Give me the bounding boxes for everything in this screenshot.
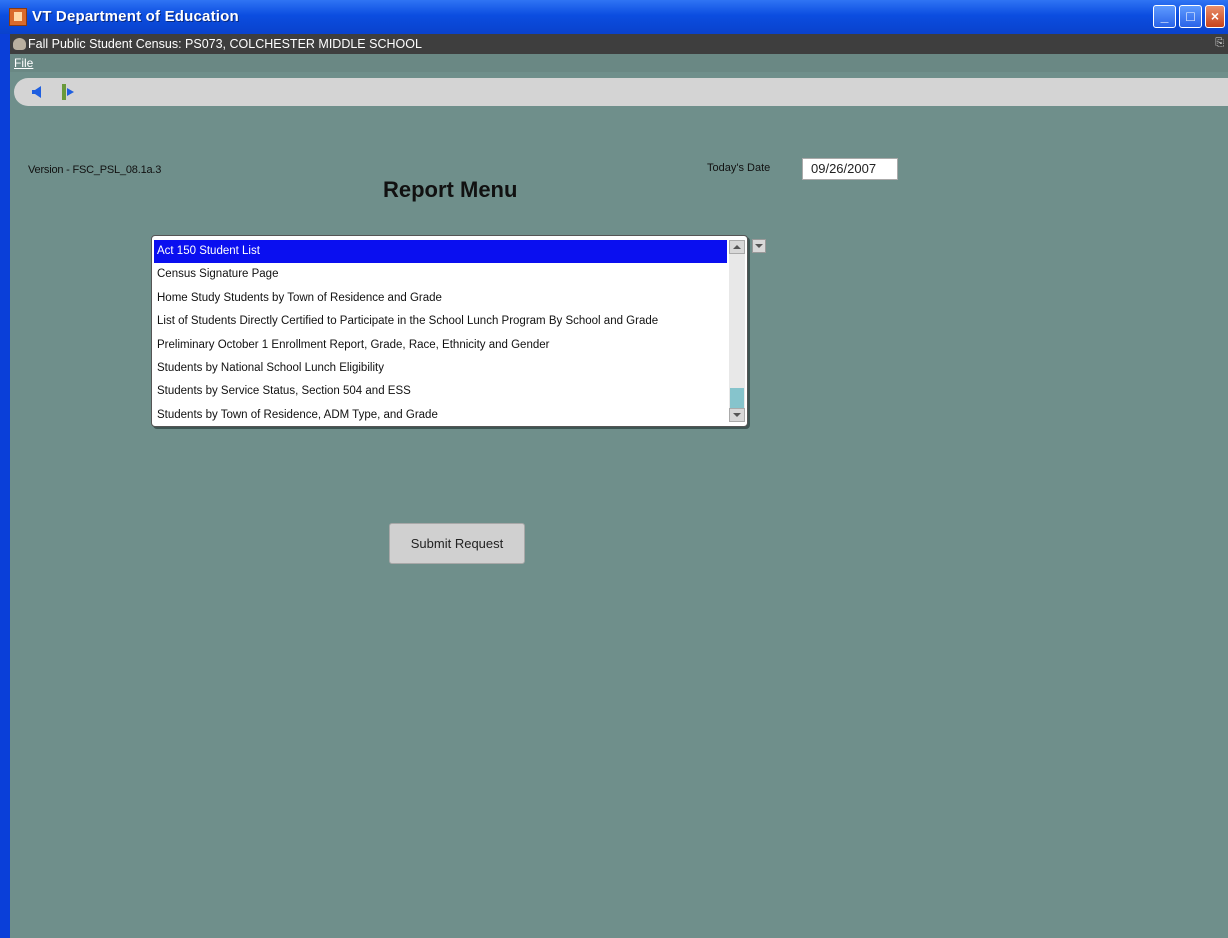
menu-bar: File	[10, 54, 1228, 72]
scroll-down-icon[interactable]	[729, 408, 745, 422]
close-button[interactable]: ×	[1205, 5, 1225, 28]
report-list-item[interactable]: Census Signature Page	[154, 263, 727, 286]
report-list-item[interactable]: Home Study Students by Town of Residence…	[154, 287, 727, 310]
report-list-item[interactable]: Students by Service Status, Section 504 …	[154, 380, 727, 403]
report-list-items: Act 150 Student List Census Signature Pag…	[154, 240, 727, 427]
scroll-thumb[interactable]	[730, 388, 744, 408]
toolbar	[14, 78, 1228, 106]
report-list-item[interactable]: List of Students Directly Certified to P…	[154, 310, 727, 333]
list-scrollbar[interactable]	[729, 240, 745, 422]
report-list-item[interactable]: Students by Town of Residence, ADM Type,…	[154, 404, 727, 427]
inner-frame: Fall Public Student Census: PS073, COLCH…	[10, 34, 1228, 938]
list-dropdown-icon[interactable]	[752, 239, 766, 253]
version-label: Version - FSC_PSL_08.1a.3	[28, 164, 162, 176]
inner-title-bar: Fall Public Student Census: PS073, COLCH…	[10, 34, 1228, 54]
report-list-item[interactable]: Act 150 Student List	[154, 240, 727, 264]
maximize-button[interactable]: □	[1179, 5, 1202, 28]
census-icon	[13, 38, 26, 50]
date-field[interactable]: 09/26/2007	[802, 158, 898, 180]
date-label: Today's Date	[707, 162, 771, 174]
app-window: VT Department of Education _ □ × Fall Pu…	[0, 0, 1228, 938]
app-icon	[9, 8, 27, 26]
window-title: VT Department of Education	[32, 8, 239, 25]
forward-exit-icon[interactable]	[62, 84, 76, 100]
submit-request-button[interactable]: Submit Request	[389, 523, 525, 564]
minimize-button[interactable]: _	[1153, 5, 1176, 28]
window-title-bar[interactable]: VT Department of Education _ □ ×	[0, 0, 1228, 34]
report-list-item[interactable]: Students by National School Lunch Eligib…	[154, 357, 727, 380]
inner-window-title: Fall Public Student Census: PS073, COLCH…	[28, 37, 422, 51]
report-listbox[interactable]: Act 150 Student List Census Signature Pag…	[151, 235, 748, 427]
menu-file[interactable]: File	[14, 56, 33, 70]
report-list-item[interactable]: Preliminary October 1 Enrollment Report,…	[154, 334, 727, 357]
back-arrow-icon[interactable]	[32, 86, 41, 98]
page-title: Report Menu	[383, 177, 518, 202]
scroll-up-icon[interactable]	[729, 240, 745, 254]
restore-icon[interactable]: ⎘	[1215, 37, 1224, 50]
